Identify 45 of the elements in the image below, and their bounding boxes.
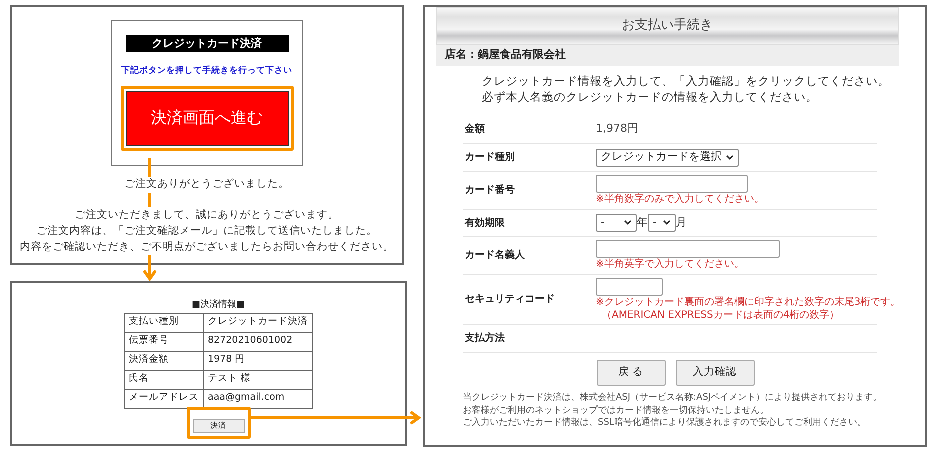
footer-line: ご入力いただいたカード情報は、SSL暗号化通信により保護されますので安心してご利用ください。	[463, 417, 868, 430]
intro-line: 必ず本人名義のクレジットカードの情報を入力してください。	[482, 89, 819, 105]
payment-box-title: クレジットカード決済	[126, 35, 288, 52]
field-label: 有効期限	[464, 216, 506, 230]
input-hint: ※半角英字で入力してください。	[596, 258, 746, 271]
table-cell: 伝票番号	[124, 332, 204, 351]
month-select[interactable]: -	[648, 214, 676, 232]
chevron-down-icon	[726, 154, 734, 160]
field-label: カード名義人	[464, 248, 526, 263]
text-input[interactable]	[596, 240, 780, 258]
year-select[interactable]: -	[596, 214, 637, 232]
page-header: お支払い手続き	[436, 7, 899, 45]
chevron-down-icon	[663, 220, 671, 226]
month-label: 月	[676, 214, 687, 231]
table-cell: テスト 様	[204, 370, 312, 389]
year-label: 年	[637, 214, 648, 231]
intro-line: クレジットカード情報を入力して、「入力確認」をクリックしてください。	[482, 73, 891, 89]
table-cell: メールアドレス	[124, 389, 204, 408]
table-cell: 氏名	[124, 370, 204, 389]
field-label: セキュリティコード	[464, 293, 556, 307]
text-input[interactable]	[596, 278, 663, 296]
field-label: 金額	[464, 122, 486, 137]
instruction-text: 下記ボタンを押して手続きを行って下さい	[122, 65, 292, 78]
payment-info-title: ■決済情報■	[192, 299, 245, 312]
table-cell: クレジットカード決済	[204, 313, 312, 332]
footer-line: 当クレジットカード決済は、株式会社ASJ（サービス名称:ASJペイメント）により提供されております。	[463, 392, 884, 404]
table-cell: 決済金額	[124, 351, 204, 370]
form-button[interactable]: 戻 る	[596, 360, 666, 386]
input-hint: ※半角数字のみで入力してください。	[596, 193, 764, 206]
store-bar: 店名：鍋屋食品有限会社	[436, 45, 899, 66]
table-cell: 1978 円	[204, 351, 312, 370]
table-cell: 82720210601002	[204, 332, 312, 351]
footer-line: お客様がご利用のネットショップではカード情報を一切保持いたしません。	[463, 404, 770, 417]
input-hint: ※クレジットカード裏面の署名欄に印字された数字の末尾3桁です。	[596, 296, 901, 308]
field-label: 支払方法	[464, 331, 506, 346]
table-cell: 支払い種別	[124, 313, 204, 332]
input-hint: （AMERICAN EXPRESSカードは表面の4桁の数字）	[601, 308, 841, 322]
proceed-to-payment-button[interactable]: 決済画面へ進む	[126, 90, 288, 146]
field-label: カード種別	[464, 150, 516, 165]
text-input[interactable]	[596, 175, 748, 193]
form-button[interactable]: 入力確認	[676, 360, 754, 386]
amount-value: 1,978円	[596, 121, 638, 138]
card-type-select[interactable]: クレジットカードを選択	[596, 148, 739, 166]
chevron-down-icon	[624, 220, 632, 226]
field-label: カード番号	[464, 184, 516, 198]
